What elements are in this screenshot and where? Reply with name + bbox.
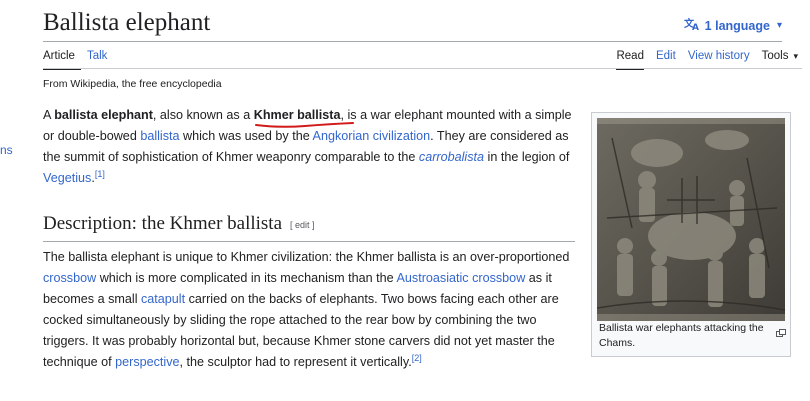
site-tagline: From Wikipedia, the free encyclopedia	[43, 78, 222, 90]
language-button-label: 1 language	[704, 18, 770, 33]
reference-2[interactable]: [2]	[412, 353, 422, 363]
reference-1[interactable]: [1]	[95, 169, 105, 179]
tab-edit[interactable]: Edit	[656, 50, 676, 68]
link-austroasiatic-crossbow[interactable]: Austroasiatic crossbow	[397, 271, 526, 285]
page-title: Ballista elephant	[43, 9, 211, 36]
figure-thumbnail: Ballista war elephants attacking the Cha…	[591, 112, 791, 357]
tools-menu[interactable]: Tools ▾	[762, 50, 798, 68]
link-carrobalista[interactable]: carrobalista	[419, 150, 484, 164]
description-text: which is more complicated in its mechani…	[96, 271, 397, 285]
chevron-down-icon: ▾	[776, 20, 782, 31]
tab-article[interactable]: Article	[43, 50, 81, 70]
lead-text: which was used by the	[179, 129, 313, 143]
language-button[interactable]: 文 A 1 language ▾	[684, 17, 782, 34]
link-perspective[interactable]: perspective	[115, 355, 179, 369]
view-tabs: Read Edit View history Tools ▾	[608, 50, 802, 70]
annotation-underline	[255, 122, 354, 128]
link-ballista[interactable]: ballista	[140, 129, 179, 143]
tools-label: Tools	[761, 50, 789, 62]
link-catapult[interactable]: catapult	[141, 292, 185, 306]
lead-paragraph: A ballista elephant, also known as a Khm…	[43, 105, 578, 189]
description-paragraph: The ballista elephant is unique to Khmer…	[43, 247, 578, 373]
section-heading-text: Description: the Khmer ballista	[43, 213, 283, 234]
relief-image[interactable]	[597, 118, 785, 321]
description-text: The ballista elephant is unique to Khmer…	[43, 250, 570, 264]
lead-text: in the legion of	[484, 150, 570, 164]
chevron-down-icon: ▾	[793, 51, 798, 61]
description-text: , the sculptor had to represent it verti…	[179, 355, 412, 369]
namespace-tabs: Article Talk	[43, 50, 119, 70]
translate-icon: 文 A	[684, 17, 700, 34]
term-ballista-elephant: ballista elephant	[54, 108, 153, 122]
tabs-divider	[43, 68, 802, 69]
link-crossbow[interactable]: crossbow	[43, 271, 96, 285]
enlarge-icon[interactable]	[776, 324, 786, 342]
section-heading: Description: the Khmer ballista [ edit ]	[43, 213, 575, 242]
link-angkorian-civilization[interactable]: Angkorian civilization	[313, 129, 431, 143]
lead-text: A	[43, 108, 55, 122]
lead-text: , also known as a	[152, 108, 254, 122]
edit-section-link[interactable]: [ edit ]	[290, 220, 315, 230]
title-divider	[43, 41, 782, 42]
sidebar-fragment-link[interactable]: ns	[0, 143, 13, 157]
tab-read[interactable]: Read	[616, 50, 644, 70]
tab-talk[interactable]: Talk	[87, 50, 113, 70]
tab-view-history[interactable]: View history	[688, 50, 750, 68]
term-khmer-ballista: Khmer ballista	[253, 108, 341, 122]
figure-caption: Ballista war elephants attacking the Cha…	[599, 322, 764, 349]
svg-text:A: A	[692, 23, 699, 31]
link-vegetius[interactable]: Vegetius	[43, 171, 91, 185]
